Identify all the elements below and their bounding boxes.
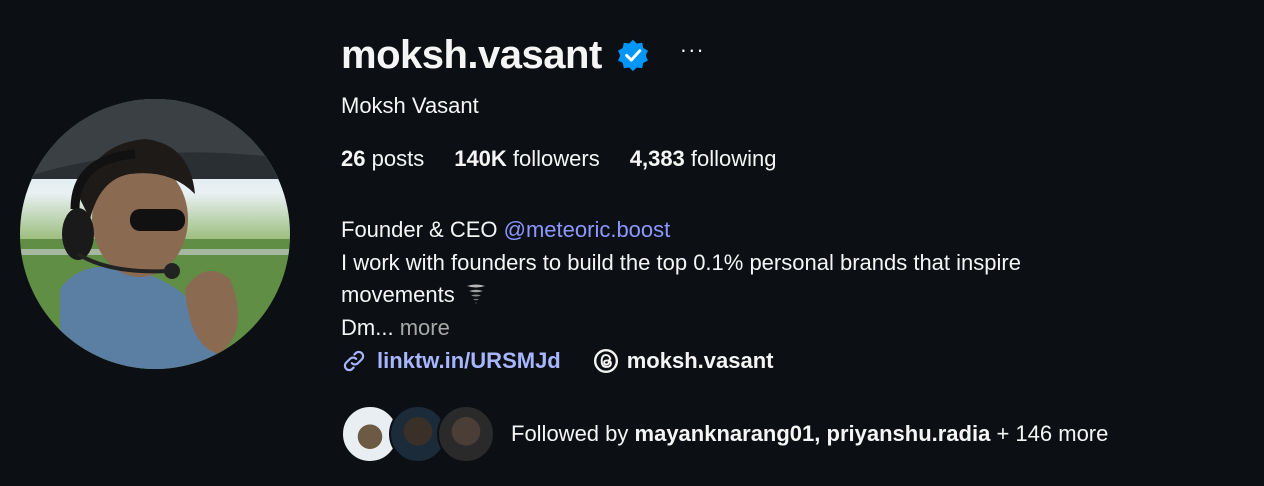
- following-count: 4,383: [629, 146, 685, 171]
- profile-links: linktw.in/URSMJd moksh.vasant: [341, 348, 773, 374]
- bio-line-3-text: movements: [341, 282, 455, 307]
- verified-badge-icon: [617, 39, 648, 72]
- followed-by-text[interactable]: Followed by mayanknarang01, priyanshu.ra…: [511, 421, 1108, 447]
- followed-by-suffix: + 146 more: [996, 421, 1109, 446]
- threads-link[interactable]: moksh.vasant: [593, 348, 774, 374]
- bio: Founder & CEO @meteoric.boost I work wit…: [341, 214, 1221, 344]
- followers-count: 140K: [454, 146, 507, 171]
- posts-stat: 26 posts: [341, 146, 424, 172]
- username: moksh.vasant: [341, 32, 602, 77]
- bio-line-4-text: Dm...: [341, 314, 394, 340]
- followers-label: followers: [512, 146, 600, 171]
- tornado-emoji-icon: [466, 284, 485, 304]
- following-label: following: [690, 146, 777, 171]
- bio-more-button[interactable]: more: [400, 315, 450, 340]
- website-link-text: linktw.in/URSMJd: [377, 348, 561, 373]
- followers-stat[interactable]: 140K followers: [454, 146, 600, 172]
- bio-line-3: movements: [341, 279, 1221, 312]
- link-icon: [343, 350, 365, 372]
- posts-label: posts: [371, 146, 425, 171]
- avatar-photo: [20, 99, 290, 369]
- website-link[interactable]: linktw.in/URSMJd: [341, 348, 561, 374]
- profile-avatar[interactable]: [20, 99, 290, 369]
- mutual-followers-avatars: [341, 405, 495, 463]
- following-stat[interactable]: 4,383 following: [630, 146, 777, 172]
- followed-by-prefix: Followed by: [511, 421, 629, 446]
- username-row: moksh.vasant ···: [341, 32, 705, 78]
- followed-by[interactable]: Followed by mayanknarang01, priyanshu.ra…: [341, 405, 1108, 463]
- threads-handle: moksh.vasant: [626, 348, 774, 373]
- bio-line-4: Dm... more: [341, 312, 1221, 345]
- threads-icon: [593, 348, 618, 374]
- mutual-avatar-3: [437, 405, 495, 463]
- followed-by-names: mayanknarang01, priyanshu.radia: [634, 421, 991, 446]
- bio-mention-link[interactable]: @meteoric.boost: [504, 217, 671, 242]
- bio-role-text: Founder & CEO: [341, 217, 498, 242]
- bio-line-1: Founder & CEO @meteoric.boost: [341, 214, 1221, 247]
- full-name: Moksh Vasant: [341, 93, 479, 118]
- posts-count: 26: [341, 146, 366, 171]
- profile-stats: 26 posts 140K followers 4,383 following: [341, 146, 807, 172]
- bio-line-2: I work with founders to build the top 0.…: [341, 249, 1021, 275]
- more-options-icon[interactable]: ···: [680, 39, 705, 71]
